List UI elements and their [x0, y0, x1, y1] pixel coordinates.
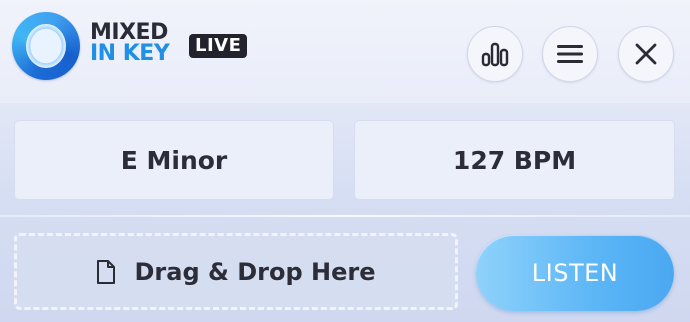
logo-line-mixed: MIXED	[90, 20, 168, 45]
mixed-in-key-logo-icon	[12, 12, 80, 80]
app-window: MIXED IN KEY LIVE E Minor 127 BPM Drag &…	[0, 0, 690, 322]
live-badge: LIVE	[189, 34, 248, 58]
header: MIXED IN KEY LIVE	[0, 0, 690, 103]
stats-button[interactable]	[467, 26, 523, 82]
close-icon	[635, 43, 657, 65]
divider	[0, 215, 690, 217]
hamburger-menu-icon	[557, 45, 583, 63]
app-logo-text: MIXED IN KEY	[90, 20, 170, 66]
listen-button[interactable]: LISTEN	[476, 235, 674, 311]
dropzone-label: Drag & Drop Here	[134, 257, 376, 286]
bar-chart-icon	[481, 42, 509, 67]
document-icon	[97, 259, 116, 284]
bpm-display: 127 BPM	[354, 120, 675, 200]
key-display: E Minor	[14, 120, 334, 200]
drag-drop-zone[interactable]: Drag & Drop Here	[14, 233, 458, 310]
menu-button[interactable]	[542, 26, 598, 82]
close-button[interactable]	[618, 26, 674, 82]
logo-line-in-key: IN KEY	[90, 41, 170, 66]
